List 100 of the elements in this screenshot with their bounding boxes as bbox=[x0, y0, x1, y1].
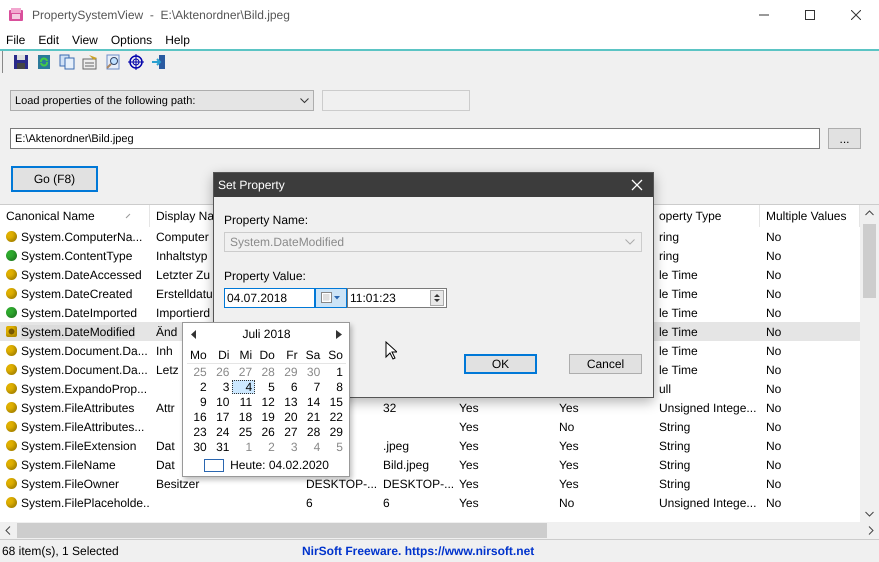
date-input-field[interactable]: 04.07.2018 bbox=[224, 288, 315, 308]
scroll-up-icon[interactable] bbox=[865, 210, 874, 216]
previous-month-icon[interactable] bbox=[191, 330, 197, 338]
menu-item[interactable]: View bbox=[72, 32, 98, 46]
calendar-day[interactable]: 25 bbox=[232, 424, 256, 438]
search-icon[interactable] bbox=[105, 54, 121, 70]
calendar-day[interactable]: 7 bbox=[300, 380, 324, 394]
go-button[interactable]: Go (F8) bbox=[11, 166, 98, 192]
calendar-day[interactable]: 30 bbox=[187, 440, 210, 454]
calendar-day[interactable]: 26 bbox=[255, 424, 278, 438]
calendar-day[interactable]: 16 bbox=[187, 410, 210, 424]
calendar-day[interactable]: 17 bbox=[210, 410, 232, 424]
calendar-day[interactable]: 11 bbox=[232, 394, 256, 408]
calendar-day[interactable]: 2 bbox=[187, 380, 210, 394]
menu-item[interactable]: File bbox=[6, 32, 26, 46]
table-cell: String bbox=[659, 458, 690, 472]
table-cell[interactable]: System.FileExtension bbox=[21, 438, 136, 452]
menu-item[interactable]: Edit bbox=[38, 32, 60, 46]
calendar-day[interactable]: 6 bbox=[278, 380, 301, 394]
calendar-day[interactable]: 29 bbox=[278, 364, 301, 378]
scroll-down-icon[interactable] bbox=[865, 511, 874, 517]
load-mode-dropdown[interactable]: Load properties of the following path: bbox=[10, 90, 314, 111]
calendar-day[interactable]: 23 bbox=[187, 424, 210, 438]
website-link[interactable]: NirSoft Freeware. https://www.nirsoft.net bbox=[302, 544, 534, 558]
copy-icon[interactable] bbox=[59, 54, 75, 70]
calendar-day[interactable]: 15 bbox=[323, 394, 346, 408]
table-cell[interactable]: System.FileAttributes bbox=[21, 400, 134, 414]
calendar-dropdown-button[interactable] bbox=[315, 288, 347, 308]
table-cell[interactable]: System.ContentType bbox=[21, 248, 132, 262]
next-month-icon[interactable] bbox=[336, 330, 342, 338]
table-cell[interactable]: System.ExpandoProp... bbox=[21, 382, 148, 396]
dialog-button[interactable]: Cancel bbox=[569, 354, 642, 374]
calendar-day[interactable]: 4 bbox=[300, 440, 324, 454]
exit-icon[interactable] bbox=[151, 54, 167, 70]
properties-icon[interactable] bbox=[82, 54, 98, 70]
month-title[interactable]: Juli 2018 bbox=[242, 327, 291, 341]
calendar-icon bbox=[321, 292, 341, 302]
calendar-day[interactable]: 24 bbox=[210, 424, 232, 438]
calendar-day[interactable]: 5 bbox=[255, 380, 278, 394]
menu-item[interactable]: Help bbox=[165, 32, 190, 46]
vertical-scrollbar[interactable] bbox=[860, 205, 879, 522]
scroll-right-icon[interactable] bbox=[868, 526, 874, 535]
calendar-day[interactable]: 28 bbox=[255, 364, 278, 378]
table-cell[interactable]: System.FileAttributes... bbox=[21, 420, 144, 434]
table-cell[interactable]: System.DateImported bbox=[21, 306, 138, 320]
table-cell[interactable]: System.Document.Da... bbox=[21, 344, 148, 358]
spinner-icon[interactable] bbox=[430, 290, 444, 306]
calendar-day[interactable]: 5 bbox=[323, 440, 346, 454]
calendar-day[interactable]: 29 bbox=[323, 424, 346, 438]
scroll-left-icon[interactable] bbox=[5, 526, 11, 535]
menu-item[interactable]: Options bbox=[110, 32, 152, 46]
calendar-day[interactable]: 20 bbox=[278, 410, 301, 424]
calendar-day[interactable]: 2 bbox=[255, 440, 278, 454]
calendar-day[interactable]: 28 bbox=[300, 424, 324, 438]
calendar-day[interactable]: 4 bbox=[232, 380, 256, 394]
calendar-day[interactable]: 1 bbox=[323, 364, 346, 378]
calendar-day[interactable]: 31 bbox=[210, 440, 232, 454]
calendar-day[interactable]: 13 bbox=[278, 394, 301, 408]
table-cell[interactable]: System.DateModified bbox=[21, 324, 136, 338]
maximize-icon[interactable] bbox=[805, 10, 815, 20]
calendar-day[interactable]: 3 bbox=[278, 440, 301, 454]
calendar-day[interactable]: 14 bbox=[300, 394, 324, 408]
table-cell[interactable]: System.FileOwner bbox=[21, 476, 120, 490]
calendar-day[interactable]: 30 bbox=[300, 364, 324, 378]
scrollbar-thumb[interactable] bbox=[17, 523, 547, 538]
table-cell[interactable]: System.FileName bbox=[21, 458, 116, 472]
table-cell: 32 bbox=[383, 400, 396, 414]
table-cell[interactable]: System.DateAccessed bbox=[21, 268, 142, 282]
calendar-day[interactable]: 27 bbox=[278, 424, 301, 438]
close-icon[interactable] bbox=[851, 10, 861, 20]
path-input-field[interactable]: E:\Aktenordner\Bild.jpeg bbox=[10, 128, 820, 149]
calendar-day[interactable]: 3 bbox=[210, 380, 232, 394]
calendar-day[interactable]: 12 bbox=[255, 394, 278, 408]
horizontal-scrollbar[interactable] bbox=[0, 522, 879, 539]
table-cell[interactable]: System.DateCreated bbox=[21, 286, 132, 300]
calendar-day[interactable]: 22 bbox=[323, 410, 346, 424]
calendar-day[interactable]: 18 bbox=[232, 410, 256, 424]
crosshair-icon[interactable] bbox=[128, 54, 144, 70]
table-cell: No bbox=[766, 420, 782, 434]
calendar-day[interactable]: 21 bbox=[300, 410, 324, 424]
calendar-day[interactable]: 26 bbox=[210, 364, 232, 378]
refresh-icon[interactable] bbox=[36, 54, 52, 70]
column-header[interactable]: Canonical Name bbox=[0, 205, 150, 227]
today-link[interactable]: Heute: 04.02.2020 bbox=[230, 458, 329, 472]
calendar-day[interactable]: 25 bbox=[187, 364, 210, 378]
table-cell[interactable]: System.Document.Da... bbox=[21, 362, 148, 376]
calendar-day[interactable]: 1 bbox=[232, 440, 256, 454]
scrollbar-thumb[interactable] bbox=[863, 224, 876, 298]
browse-button[interactable]: ... bbox=[828, 128, 861, 149]
calendar-day[interactable]: 8 bbox=[323, 380, 346, 394]
table-cell[interactable]: System.ComputerNa... bbox=[21, 230, 142, 244]
save-icon[interactable] bbox=[13, 54, 29, 70]
calendar-day[interactable]: 10 bbox=[210, 394, 232, 408]
time-input-field[interactable]: 11:01:23 bbox=[347, 288, 447, 308]
dialog-button[interactable]: OK bbox=[464, 354, 537, 374]
calendar-day[interactable]: 27 bbox=[232, 364, 256, 378]
table-cell: DESKTOP-... bbox=[306, 476, 377, 490]
calendar-day[interactable]: 19 bbox=[255, 410, 278, 424]
calendar-day[interactable]: 9 bbox=[187, 394, 210, 408]
table-cell[interactable]: System.FilePlaceholde... bbox=[21, 496, 150, 510]
